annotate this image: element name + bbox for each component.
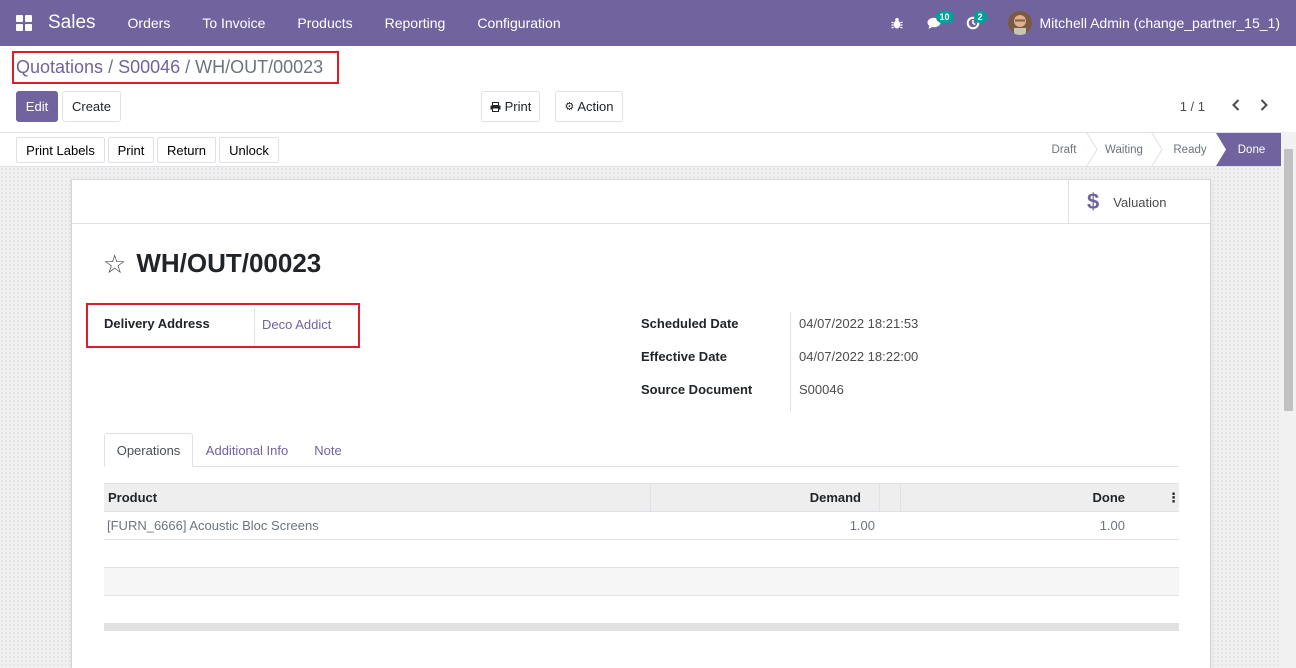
scheduled-date-value: 04/07/2022 18:21:53	[799, 316, 919, 331]
activities-clock-icon[interactable]: 2	[954, 0, 992, 46]
scrollbar-thumb[interactable]	[1284, 149, 1293, 411]
stage-done[interactable]: Done	[1224, 133, 1279, 166]
valuation-button[interactable]: $ Valuation	[1068, 180, 1210, 224]
gear-icon: ⚙	[564, 101, 575, 113]
row-done: 1.00	[1099, 518, 1125, 533]
print-dropdown-button[interactable]: Print	[481, 91, 540, 122]
menu-orders[interactable]: Orders	[112, 0, 187, 46]
avatar	[1007, 11, 1032, 35]
star-icon[interactable]: ☆	[103, 251, 126, 277]
statusbar: Print Labels Print Return Unlock Draft W…	[0, 132, 1281, 167]
action-label: Action	[577, 99, 614, 114]
action-dropdown-button[interactable]: ⚙ Action	[555, 91, 623, 122]
create-button[interactable]: Create	[62, 91, 121, 122]
return-button[interactable]: Return	[157, 137, 216, 163]
stage-ready[interactable]: Ready	[1160, 133, 1220, 166]
dollar-icon: $	[1087, 189, 1100, 214]
table-header: Product Demand Done ⋮	[104, 483, 1180, 512]
tab-additional-info[interactable]: Additional Info	[198, 433, 296, 467]
print-label: Print	[504, 99, 532, 114]
effective-date-label: Effective Date	[641, 349, 727, 364]
source-document-label: Source Document	[641, 382, 753, 397]
stage-waiting[interactable]: Waiting	[1096, 133, 1152, 166]
scheduled-date-label: Scheduled Date	[641, 316, 739, 331]
column-product[interactable]: Product	[108, 484, 157, 511]
smart-button-box: $ Valuation	[72, 180, 1210, 224]
column-divider	[879, 484, 880, 511]
menu-to-invoice[interactable]: To Invoice	[186, 0, 281, 46]
menu-reporting[interactable]: Reporting	[369, 0, 462, 46]
row-demand: 1.00	[849, 518, 875, 533]
operations-table: Product Demand Done ⋮ [FURN_6666] Acoust…	[104, 483, 1180, 631]
pager-next-icon[interactable]	[1259, 98, 1269, 117]
pager-value[interactable]: 1 / 1	[1180, 99, 1205, 114]
column-demand[interactable]: Demand	[654, 484, 861, 511]
tab-operations[interactable]: Operations	[104, 433, 193, 467]
print-labels-button[interactable]: Print Labels	[16, 137, 105, 163]
column-done[interactable]: Done	[904, 484, 1126, 511]
column-divider	[900, 484, 901, 511]
apps-menu-icon[interactable]	[0, 0, 48, 46]
menu-products[interactable]: Products	[281, 0, 368, 46]
print-button[interactable]: Print	[108, 137, 154, 163]
menu-configuration[interactable]: Configuration	[461, 0, 576, 46]
table-row-empty	[104, 540, 1179, 568]
source-document-value: S00046	[799, 382, 844, 397]
table-footer	[104, 623, 1179, 631]
app-name[interactable]: Sales	[48, 12, 96, 34]
effective-date-value: 04/07/2022 18:22:00	[799, 349, 919, 364]
form-sheet: $ Valuation ☆ WH/OUT/00023 Delivery Addr…	[71, 179, 1211, 668]
notebook-tabs: Operations Additional Info Note	[104, 433, 1179, 467]
breadcrumb-highlight	[12, 51, 339, 84]
debug-bug-icon[interactable]	[878, 0, 916, 46]
record-title: WH/OUT/00023	[136, 248, 322, 278]
table-row-empty	[104, 568, 1179, 596]
user-menu[interactable]: Mitchell Admin (change_partner_15_1)	[1007, 11, 1296, 35]
tab-note[interactable]: Note	[306, 433, 350, 467]
title-row: ☆ WH/OUT/00023	[103, 248, 321, 279]
column-divider	[650, 484, 651, 511]
stage-draft[interactable]: Draft	[1036, 133, 1092, 166]
user-name: Mitchell Admin (change_partner_15_1)	[1039, 15, 1280, 31]
field-divider	[790, 312, 791, 411]
optional-columns-icon[interactable]: ⋮	[1167, 484, 1180, 511]
messages-badge: 10	[935, 11, 954, 23]
top-navbar: Sales Orders To Invoice Products Reporti…	[0, 0, 1296, 46]
delivery-address-highlight	[86, 303, 360, 348]
valuation-label: Valuation	[1113, 194, 1167, 210]
edit-button[interactable]: Edit	[16, 91, 58, 122]
table-row[interactable]: [FURN_6666] Acoustic Bloc Screens 1.00 1…	[104, 512, 1179, 540]
page-scrollbar[interactable]	[1281, 132, 1296, 668]
row-product: [FURN_6666] Acoustic Bloc Screens	[107, 518, 319, 533]
unlock-button[interactable]: Unlock	[219, 137, 279, 163]
printer-icon	[490, 101, 501, 112]
messages-chat-icon[interactable]: 10	[916, 0, 954, 46]
activities-badge: 2	[973, 11, 987, 23]
pager-previous-icon[interactable]	[1231, 98, 1241, 117]
